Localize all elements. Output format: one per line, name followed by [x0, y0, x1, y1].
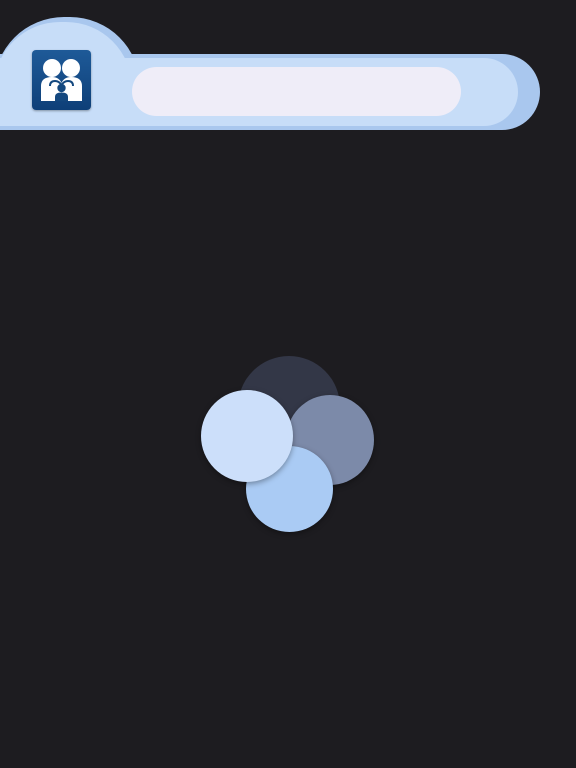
search-input[interactable] [132, 67, 461, 116]
loading-indicator-icon [195, 350, 381, 540]
loader-dot-light [201, 390, 293, 482]
family-app-icon[interactable] [32, 50, 91, 110]
app-screen [0, 0, 576, 768]
family-icon [41, 59, 82, 101]
